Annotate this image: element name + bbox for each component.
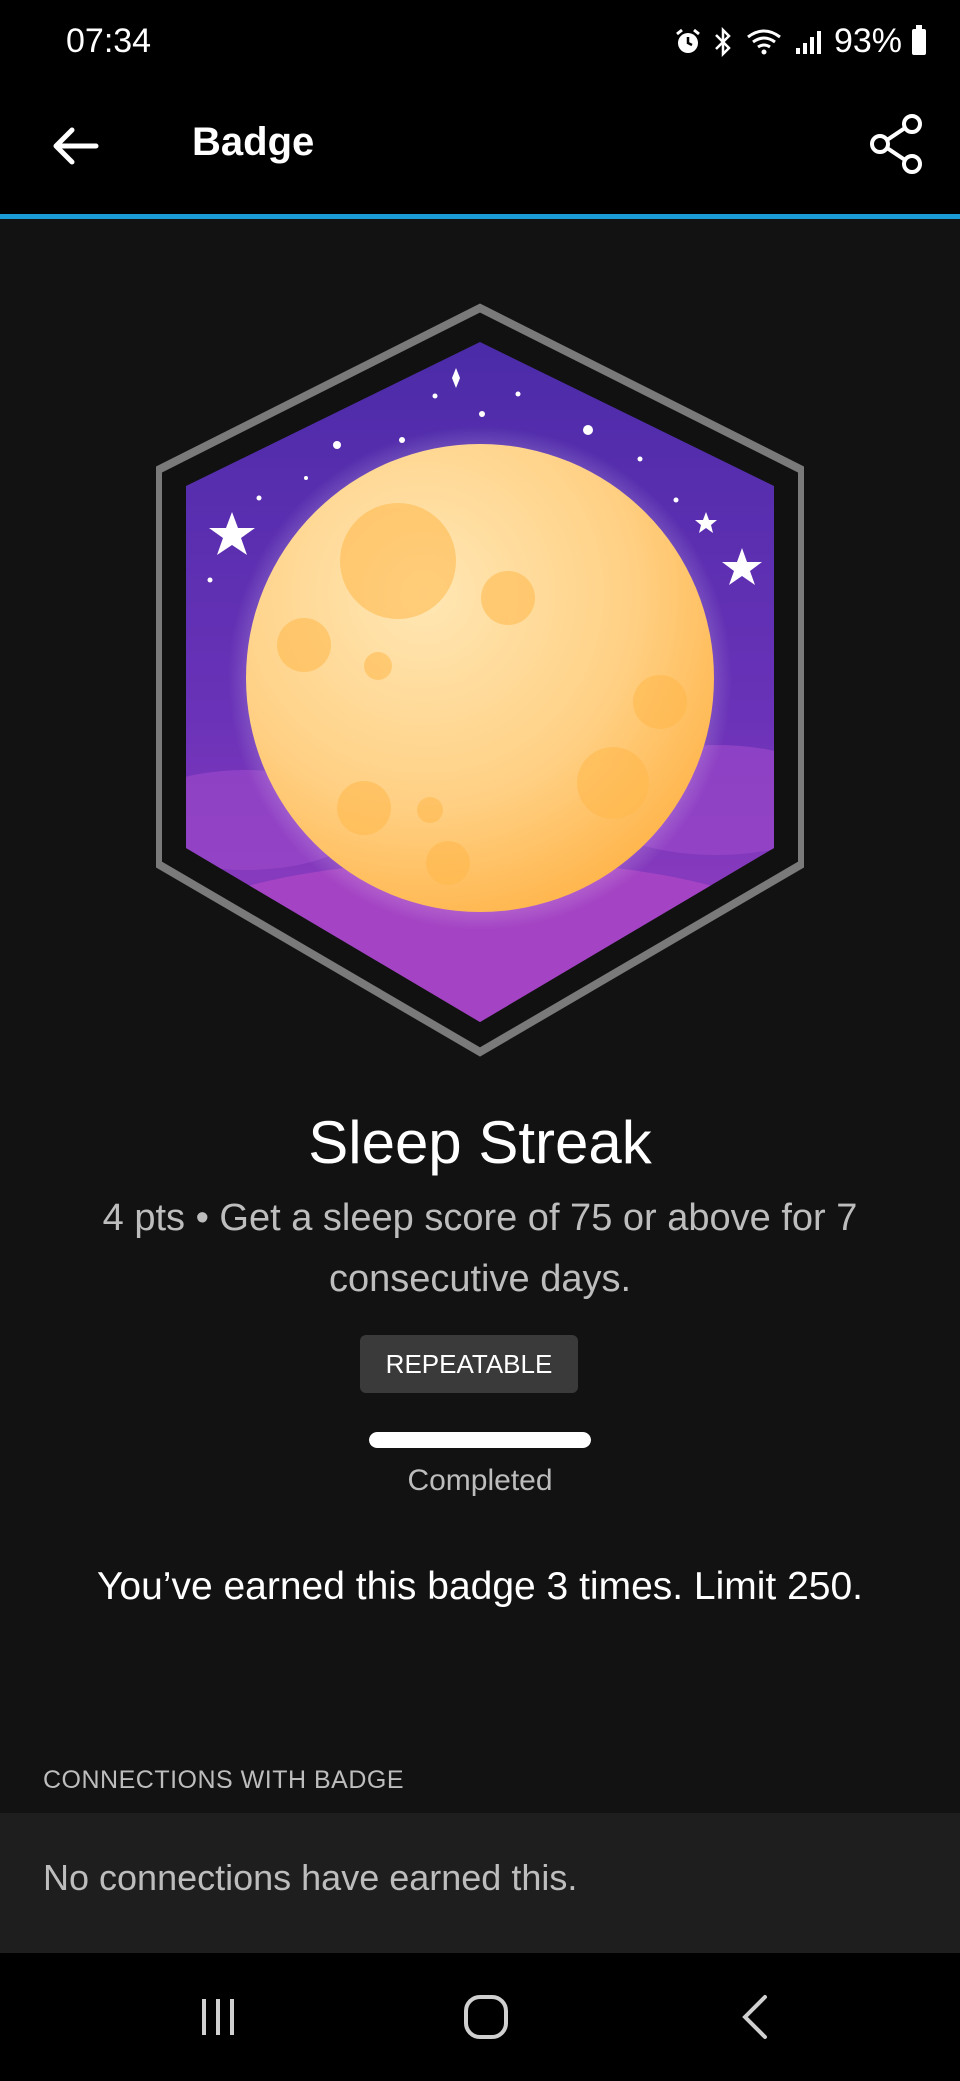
progress-label: Completed [407, 1464, 553, 1497]
status-icons: 93% [674, 22, 926, 61]
recent-apps-button[interactable] [183, 1987, 253, 2047]
chevron-left-icon [742, 1995, 767, 2039]
arrow-left-icon [53, 127, 99, 165]
back-button[interactable] [44, 114, 108, 178]
system-back-button[interactable] [720, 1987, 790, 2047]
repeatable-tag: REPEATABLE [360, 1335, 578, 1393]
signal-icon [795, 30, 821, 54]
badge-description: 4 pts • Get a sleep score of 75 or above… [102, 1197, 858, 1300]
status-bar: 07:34 93% [0, 0, 960, 84]
share-icon [870, 114, 922, 174]
home-icon [464, 1995, 508, 2039]
badge-name: Sleep Streak [308, 1109, 652, 1176]
page-title: Badge [192, 120, 315, 164]
bluetooth-icon [715, 26, 731, 57]
sleep-streak-badge-image [156, 303, 804, 1057]
earned-count-text: You’ve earned this badge 3 times. Limit … [96, 1565, 864, 1608]
accent-divider [0, 214, 960, 219]
home-button[interactable] [451, 1987, 521, 2047]
battery-percent: 93% [833, 22, 902, 60]
battery-icon [912, 24, 926, 55]
recent-apps-icon [202, 1999, 234, 2035]
connections-empty-text: No connections have earned this. [43, 1857, 578, 1898]
alarm-icon [676, 28, 700, 53]
connections-header: CONNECTIONS WITH BADGE [43, 1766, 405, 1794]
share-button[interactable] [866, 112, 930, 176]
app-bar: Badge [0, 84, 960, 214]
progress-bar [369, 1432, 591, 1448]
wifi-icon [747, 29, 781, 54]
connections-card: No connections have earned this. [0, 1813, 960, 1953]
status-time: 07:34 [66, 22, 152, 60]
progress-bar-fill [369, 1432, 591, 1448]
system-nav-bar [0, 1953, 960, 2081]
